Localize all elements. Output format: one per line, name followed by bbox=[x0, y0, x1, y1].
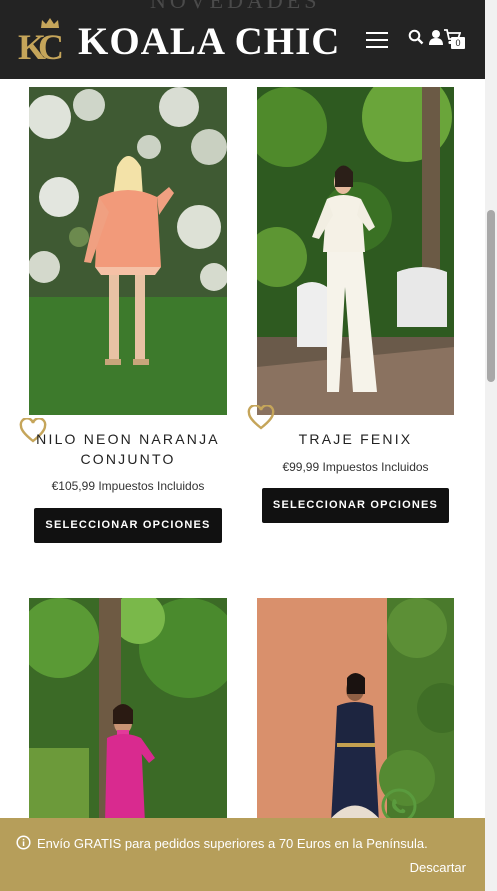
logo-mark: KC bbox=[18, 17, 68, 67]
product-image-fenix[interactable] bbox=[257, 87, 454, 415]
product-price: €105,99 Impuestos Incluidos bbox=[51, 479, 205, 493]
product-title-line[interactable]: CONJUNTO bbox=[29, 449, 227, 469]
info-icon bbox=[16, 835, 31, 850]
cart-count-badge[interactable]: 0 bbox=[451, 37, 465, 49]
scrollbar-track[interactable] bbox=[485, 0, 497, 891]
site-logo[interactable]: KC KOALA CHIC bbox=[18, 16, 340, 68]
product-title[interactable]: TRAJE FENIX bbox=[257, 429, 454, 449]
scrollbar-thumb[interactable] bbox=[487, 210, 495, 382]
logo-wordmark: KOALA CHIC bbox=[78, 20, 341, 63]
notice-text: Envío GRATIS para pedidos superiores a 7… bbox=[37, 836, 428, 851]
store-notice: Envío GRATIS para pedidos superiores a 7… bbox=[0, 818, 485, 891]
search-icon[interactable] bbox=[408, 29, 424, 45]
product-price: €99,99 Impuestos Incluidos bbox=[282, 460, 429, 474]
product-image-4[interactable] bbox=[257, 598, 454, 823]
product-image-nilo[interactable] bbox=[29, 87, 227, 415]
dismiss-link[interactable]: Descartar bbox=[410, 860, 466, 875]
wishlist-heart-icon[interactable] bbox=[247, 404, 275, 431]
select-options-button[interactable]: SELECCIONAR OPCIONES bbox=[34, 508, 222, 543]
logo-monogram: KC bbox=[18, 27, 64, 67]
account-icon[interactable] bbox=[428, 29, 444, 45]
select-options-button[interactable]: SELECCIONAR OPCIONES bbox=[262, 488, 449, 523]
site-header: NOVEDADES KC KOALA CHIC 0 bbox=[0, 0, 485, 79]
product-title-line[interactable]: NILO NEON NARANJA bbox=[29, 429, 227, 449]
product-title[interactable]: NILO NEON NARANJA CONJUNTO bbox=[29, 429, 227, 469]
menu-icon[interactable] bbox=[366, 32, 388, 48]
product-image-3[interactable] bbox=[29, 598, 227, 823]
section-heading: NOVEDADES bbox=[150, 0, 321, 13]
page: NILO NEON NARANJA CONJUNTO €105,99 Impue… bbox=[0, 0, 497, 891]
